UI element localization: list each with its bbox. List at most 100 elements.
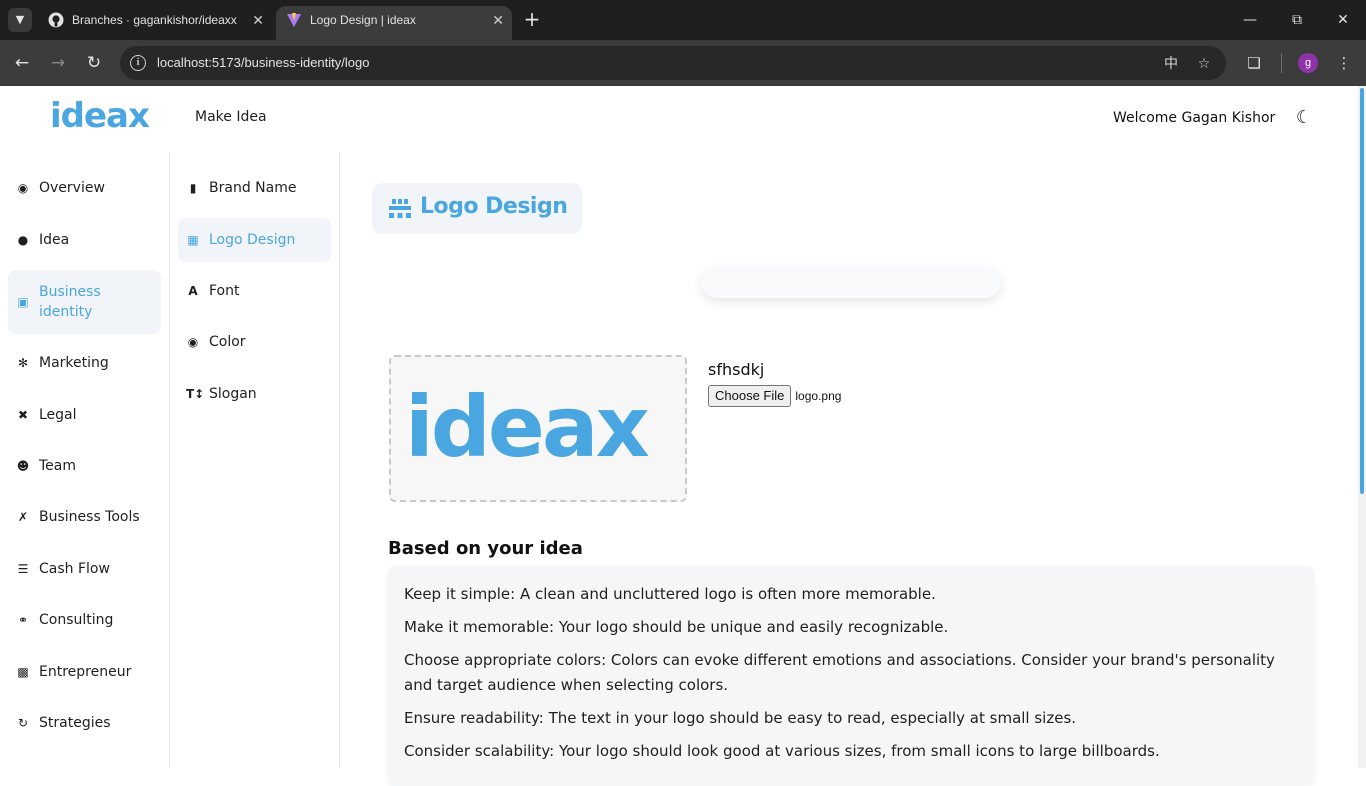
new-tab-plus-icon[interactable]: + xyxy=(520,8,544,32)
subnav-item-label: Logo Design xyxy=(209,232,296,248)
sidebar-item-idea[interactable]: ● Idea xyxy=(8,230,161,250)
team-icon: ☻ xyxy=(16,459,30,473)
coins-icon: ☰ xyxy=(17,562,29,576)
sidebar-item-marketing[interactable]: ✻ Marketing xyxy=(8,353,161,373)
tab-search-chevron-icon[interactable]: ▼ xyxy=(8,8,32,32)
sidebar-item-cash-flow[interactable]: ☰ Cash Flow xyxy=(8,559,161,579)
address-bar[interactable]: i localhost:5173/business-identity/logo … xyxy=(120,46,1226,80)
page-title: Logo Design xyxy=(372,183,582,234)
sidebar-item-label: Idea xyxy=(39,232,70,248)
subnav-item-logo-design[interactable]: ▦ Logo Design xyxy=(178,218,331,262)
tab-title: Logo Design | ideax xyxy=(310,13,416,27)
sidebar-item-label: Business Tools xyxy=(39,509,140,525)
tab-title: Branches · gagankishor/ideaxx xyxy=(72,13,237,27)
github-icon xyxy=(48,12,64,28)
welcome-text: Welcome Gagan Kishor xyxy=(1113,110,1276,126)
subnav-item-label: Brand Name xyxy=(209,180,297,196)
kebab-menu-icon[interactable]: ⋮ xyxy=(1332,51,1356,75)
sidebar-item-business-tools[interactable]: ✗ Business Tools xyxy=(8,507,161,527)
make-idea-link[interactable]: Make Idea xyxy=(195,109,267,125)
tip-item: Choose appropriate colors: Colors can ev… xyxy=(404,651,1275,694)
primary-sidebar: ◉ Overview ● Idea ▣ Business identity ✻ … xyxy=(0,152,170,768)
main-content: Logo Design ideax sfhsdkj Choose File lo… xyxy=(340,152,1358,786)
choose-file-button[interactable]: Choose File xyxy=(708,385,792,407)
sidebar-item-overview[interactable]: ◉ Overview xyxy=(8,178,161,198)
profile-avatar[interactable]: g xyxy=(1298,53,1318,73)
subnav-item-label: Color xyxy=(209,334,246,350)
subnav-item-slogan[interactable]: T↕ Slogan xyxy=(178,384,331,404)
logo-dropzone[interactable]: ideax xyxy=(389,355,687,502)
logo-name-text: sfhsdkj xyxy=(708,360,765,379)
translate-icon[interactable]: 中 xyxy=(1161,54,1181,74)
sidebar-item-legal[interactable]: ✖ Legal xyxy=(8,405,161,425)
selected-file-name: logo.png xyxy=(795,389,842,403)
pallet-icon: ▦ xyxy=(187,233,199,247)
logo-preview-image: ideax xyxy=(405,378,650,476)
pallet-icon xyxy=(389,199,411,218)
browser-tabbar: ▼ Branches · gagankishor/ideaxx ✕ Logo D… xyxy=(0,0,1366,40)
tip-item: Keep it simple: A clean and uncluttered … xyxy=(404,585,936,603)
sidebar-item-consulting[interactable]: ⚭ Consulting xyxy=(8,610,161,630)
secondary-sidebar: ▮ Brand Name ▦ Logo Design A Font ◉ Colo… xyxy=(170,152,340,768)
reload-icon[interactable]: ↻ xyxy=(82,51,106,75)
site-info-icon[interactable]: i xyxy=(130,55,146,71)
handshake-icon: ⚭ xyxy=(17,613,29,627)
strategy-icon: ↻ xyxy=(17,716,29,730)
close-window-icon[interactable]: ✕ xyxy=(1331,8,1355,32)
app-header: ideax Make Idea Welcome Gagan Kishor ☾ xyxy=(0,86,1358,152)
scale-icon: ✖ xyxy=(17,408,29,422)
scrollbar-thumb[interactable] xyxy=(1360,88,1364,494)
subnav-item-brand-name[interactable]: ▮ Brand Name xyxy=(178,178,331,198)
close-tab-icon[interactable]: ✕ xyxy=(252,6,264,34)
sidebar-item-label: Entrepreneur xyxy=(39,664,132,680)
close-tab-icon[interactable]: ✕ xyxy=(492,6,504,34)
browser-toolbar: ← → ↻ i localhost:5173/business-identity… xyxy=(0,40,1366,86)
subnav-item-label: Font xyxy=(209,283,240,299)
extensions-puzzle-icon[interactable]: ❏ xyxy=(1242,51,1266,75)
tip-item: Ensure readability: The text in your log… xyxy=(404,709,1077,727)
sidebar-item-strategies[interactable]: ↻ Strategies xyxy=(8,713,161,733)
restore-icon[interactable]: ⧉ xyxy=(1285,8,1309,32)
lightbulb-icon: ● xyxy=(17,233,29,247)
sidebar-item-label: Overview xyxy=(39,180,105,196)
book-icon: ▮ xyxy=(189,181,197,195)
subnav-item-font[interactable]: A Font xyxy=(178,281,331,301)
subnav-item-color[interactable]: ◉ Color xyxy=(178,332,331,352)
sidebar-item-team[interactable]: ☻ Team xyxy=(8,456,161,476)
browser-tab-github[interactable]: Branches · gagankishor/ideaxx ✕ xyxy=(38,6,272,40)
section-heading: Based on your idea xyxy=(388,538,583,559)
page-scrollbar[interactable] xyxy=(1358,86,1366,768)
sidebar-item-label: Marketing xyxy=(39,355,109,371)
bookmark-star-icon[interactable]: ☆ xyxy=(1194,54,1214,74)
sidebar-item-label: Cash Flow xyxy=(39,561,110,577)
sidebar-item-label: Consulting xyxy=(39,612,114,628)
compass-icon: ✻ xyxy=(17,356,29,370)
text-height-icon: T↕ xyxy=(186,387,205,401)
entrepreneur-icon: ▩ xyxy=(17,665,29,679)
tip-item: Consider scalability: Your logo should l… xyxy=(404,742,1160,760)
app-logo[interactable]: ideax xyxy=(50,96,150,136)
tips-panel: Keep it simple: A clean and uncluttered … xyxy=(388,566,1314,786)
vite-icon xyxy=(287,13,301,27)
font-icon: A xyxy=(188,284,198,298)
moon-icon[interactable]: ☾ xyxy=(1292,106,1316,130)
sidebar-item-label: Team xyxy=(39,458,77,474)
browser-tab-logo-design[interactable]: Logo Design | ideax ✕ xyxy=(276,6,512,40)
page-title-text: Logo Design xyxy=(420,194,568,219)
toolbar-divider xyxy=(1281,53,1282,73)
tip-item: Make it memorable: Your logo should be u… xyxy=(404,618,949,636)
tools-icon: ✗ xyxy=(17,510,29,524)
sidebar-item-label: Legal xyxy=(39,407,77,423)
back-arrow-icon[interactable]: ← xyxy=(10,51,34,75)
business-identity-icon: ▣ xyxy=(17,295,29,309)
sidebar-item-label: Strategies xyxy=(39,715,111,731)
sidebar-item-business-identity[interactable]: ▣ Business identity xyxy=(8,270,161,334)
forward-arrow-icon[interactable]: → xyxy=(46,51,70,75)
file-upload: Choose File logo.png xyxy=(708,385,841,407)
palette-icon: ◉ xyxy=(187,335,199,349)
empty-input-pill[interactable] xyxy=(701,266,1001,298)
subnav-item-label: Slogan xyxy=(209,386,257,402)
sidebar-item-entrepreneur[interactable]: ▩ Entrepreneur xyxy=(8,662,161,682)
url-text[interactable]: localhost:5173/business-identity/logo xyxy=(157,55,369,70)
minimize-icon[interactable]: — xyxy=(1238,8,1262,32)
